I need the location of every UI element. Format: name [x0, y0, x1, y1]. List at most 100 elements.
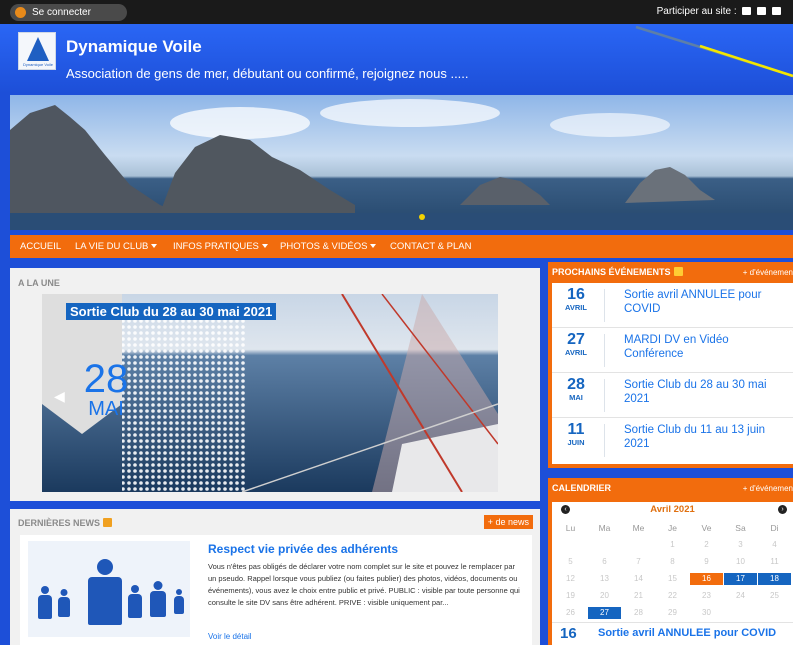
calendar-day: 28 — [634, 608, 643, 617]
calendar-day: 29 — [668, 608, 677, 617]
featured-panel: A LA UNE Sortie Club du 28 au 30 mai 202… — [10, 268, 540, 501]
camera-icon[interactable] — [757, 7, 767, 16]
calendar-weekday: Ma — [598, 523, 611, 533]
edit-icon[interactable] — [742, 7, 752, 16]
news-article-title[interactable]: Respect vie privée des adhérents — [208, 542, 398, 556]
news-title: DERNIÈRES NEWS — [18, 518, 112, 528]
rock — [460, 177, 550, 205]
person-figure — [150, 581, 166, 619]
rss-icon[interactable] — [102, 518, 112, 527]
participate-bar: Participer au site : — [657, 6, 781, 17]
pointer-highlight — [699, 44, 793, 78]
chevron-down-icon — [370, 244, 377, 249]
event-month: MAI — [569, 393, 583, 402]
sea — [10, 213, 793, 230]
event-day: 27 — [567, 331, 585, 348]
calendar-day: 8 — [670, 557, 675, 566]
event-item[interactable]: 28 MAI Sortie Club du 28 au 30 mai 2021 — [552, 373, 793, 418]
pointer-annotation — [635, 25, 793, 78]
events-list: 16 AVRIL Sortie avril ANNULEE pour COVID… — [552, 283, 793, 464]
calendar-day: 19 — [566, 591, 575, 600]
featured-caption[interactable]: Sortie Club du 28 au 30 mai 2021 — [66, 303, 277, 320]
featured-date: 28 MAI — [66, 359, 146, 419]
event-month: AVRIL — [565, 303, 587, 312]
main-nav: ACCUEIL LA VIE DU CLUB INFOS PRATIQUES P… — [10, 235, 793, 258]
cloud — [320, 99, 500, 127]
nav-item-photos-videos[interactable]: PHOTOS & VIDÉOS — [280, 235, 377, 258]
event-title: Sortie avril ANNULEE pour COVID — [624, 289, 762, 315]
calendar-day[interactable]: 27 — [588, 607, 621, 619]
calendar-selected-event[interactable]: 16 Sortie avril ANNULEE pour COVID — [552, 622, 793, 645]
person-figure — [38, 586, 52, 621]
calendar-day: 21 — [634, 591, 643, 600]
event-item[interactable]: 11 JUIN Sortie Club du 11 au 13 juin 202… — [552, 418, 793, 463]
calendar-day[interactable]: 18 — [758, 573, 791, 585]
nav-item-accueil[interactable]: ACCUEIL — [20, 235, 61, 258]
calendar-day[interactable]: 17 — [724, 573, 757, 585]
calendar-day: 10 — [736, 557, 745, 566]
calendar-next-icon[interactable]: › — [778, 505, 787, 514]
calendar-day: 6 — [602, 557, 607, 566]
person-figure — [88, 559, 122, 629]
login-button[interactable]: Se connecter — [10, 4, 127, 21]
more-events-link[interactable]: + d'événemen — [743, 268, 793, 277]
calendar-prev-icon[interactable]: ‹ — [561, 505, 570, 514]
calendar-body: Avril 2021 ‹ › Lu Ma Me Je Ve Sa Di 1 2 3 4 5 6 7 8 9 10… — [552, 502, 793, 645]
cloud — [170, 107, 310, 139]
calendar-day: 12 — [566, 574, 575, 583]
calendar-weekday: Di — [770, 523, 779, 533]
calendar-title: CALENDRIER — [552, 483, 612, 493]
calendar-day: 22 — [668, 591, 677, 600]
event-title: MARDI DV en Vidéo Conférence — [624, 334, 729, 360]
event-title: Sortie Club du 11 au 13 juin 2021 — [624, 424, 766, 450]
events-panel: PROCHAINS ÉVÉNEMENTS + d'événemen 16 AVR… — [548, 262, 793, 468]
calendar-day: 23 — [702, 591, 711, 600]
nav-item-infos-pratiques[interactable]: INFOS PRATIQUES — [173, 235, 268, 258]
chevron-down-icon — [261, 244, 268, 249]
login-label: Se connecter — [32, 7, 91, 18]
event-month: JUIN — [567, 438, 585, 447]
event-day: 28 — [567, 376, 585, 393]
calendar-day[interactable]: 16 — [690, 573, 723, 585]
rss-icon[interactable] — [673, 267, 683, 276]
nav-item-contact-plan[interactable]: CONTACT & PLAN — [390, 235, 471, 258]
participate-label: Participer au site : — [656, 6, 737, 17]
calendar-day: 2 — [704, 540, 709, 549]
user-icon — [15, 7, 26, 18]
news-panel: DERNIÈRES NEWS + de news Respect vie pri… — [10, 509, 540, 645]
calendar-day: 20 — [600, 591, 609, 600]
top-bar: Se connecter Participer au site : — [0, 0, 793, 24]
event-day: 11 — [567, 421, 585, 438]
person-figure — [58, 589, 70, 619]
featured-month: MAI — [88, 398, 124, 420]
calendar-day: 1 — [670, 540, 675, 549]
event-title: Sortie Club du 28 au 30 mai 2021 — [624, 379, 767, 405]
calendar-day: 13 — [600, 574, 609, 583]
event-item[interactable]: 27 AVRIL MARDI DV en Vidéo Conférence — [552, 328, 793, 373]
featured-day: 28 — [83, 357, 129, 401]
featured-title: A LA UNE — [18, 278, 60, 288]
carousel-prev-icon[interactable]: ◀ — [54, 388, 65, 405]
chevron-down-icon — [151, 244, 158, 249]
calendar-day: 26 — [566, 608, 575, 617]
news-read-more-link[interactable]: Voir le détail — [208, 632, 252, 641]
buoy — [419, 214, 425, 220]
news-image[interactable] — [28, 541, 190, 637]
calendar-month-bar: Avril 2021 ‹ › — [552, 504, 793, 518]
event-item[interactable]: 16 AVRIL Sortie avril ANNULEE pour COVID — [552, 283, 793, 328]
calendar-day: 7 — [636, 557, 641, 566]
calendar-day: 5 — [568, 557, 573, 566]
calendar-day: 25 — [770, 591, 779, 600]
cloud — [550, 113, 670, 137]
video-icon[interactable] — [772, 7, 781, 16]
calendar-day: 3 — [738, 540, 743, 549]
more-calendar-link[interactable]: + d'événemen — [743, 484, 793, 493]
more-news-button[interactable]: + de news — [483, 515, 533, 529]
calendar-day: 11 — [770, 557, 779, 566]
calendar-weekday: Ve — [701, 523, 712, 533]
nav-item-vie-du-club[interactable]: LA VIE DU CLUB — [75, 235, 158, 258]
event-day: 16 — [567, 286, 585, 303]
news-card: Respect vie privée des adhérents Vous n'… — [20, 535, 532, 645]
calendar-month-label: Avril 2021 — [650, 504, 695, 515]
calendar-day: 14 — [634, 574, 643, 583]
